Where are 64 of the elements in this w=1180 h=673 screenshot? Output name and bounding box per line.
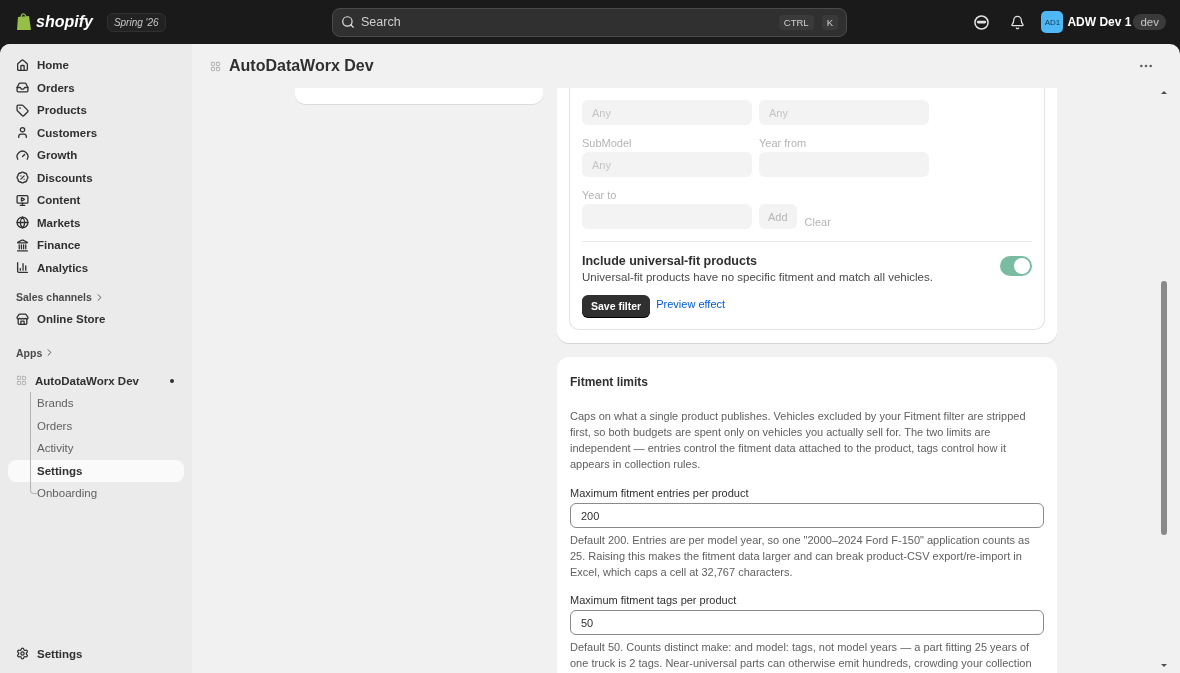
gauge-icon <box>16 148 29 162</box>
input-field[interactable]: 200 <box>570 503 1044 528</box>
sidebar-item[interactable]: Settings <box>8 642 184 665</box>
field-label: Maximum fitment entries per product <box>570 487 750 499</box>
bar-chart-icon <box>16 261 29 275</box>
sidebar-item[interactable]: Customers <box>8 121 184 144</box>
help-text: Default 50. Counts distinct make: and model: tags, not model years — a part fitting 25 years of one truck is 2 tags. Near-universal parts can otherwise emit hundreds, crowding your collection <box>570 640 1033 671</box>
sidebar-subitem[interactable]: Onboarding <box>8 482 184 505</box>
sidebar-item[interactable]: AutoDataWorx Dev <box>8 369 184 392</box>
page-title: AutoDataWorx Dev <box>229 57 374 75</box>
sidebar-item[interactable]: Analytics <box>8 256 184 279</box>
sidebar-item[interactable]: Home <box>8 54 184 77</box>
settings-icon <box>16 647 29 661</box>
setting-title: Include universal-fit products <box>582 254 759 268</box>
sidebar-item[interactable]: Growth <box>8 144 184 167</box>
home-icon <box>16 58 29 72</box>
store-icon <box>16 312 29 326</box>
round-face-icon <box>973 14 989 30</box>
bell-icon <box>1009 14 1025 30</box>
sidebar-item[interactable]: Products <box>8 99 184 122</box>
shortcut-key: K <box>821 14 838 30</box>
save-filter-button[interactable]: Save filter <box>582 295 651 317</box>
sidebar-item[interactable]: Discounts <box>8 166 184 189</box>
sidebar-item[interactable]: Markets <box>8 211 184 234</box>
app-icon <box>210 60 221 72</box>
tag-icon <box>16 103 29 117</box>
sidebar-item[interactable]: Online Store <box>8 308 184 331</box>
section-title[interactable]: Apps <box>16 346 43 359</box>
sidebar-subitem[interactable]: Activity <box>8 437 184 460</box>
toggle-switch[interactable] <box>1000 256 1032 276</box>
sidebar-subitem[interactable]: Brands <box>8 392 184 415</box>
field-label: Year to <box>582 189 618 201</box>
section-title[interactable]: Sales channels <box>16 291 92 303</box>
setting-description: Universal-fit products have no specific fitment and match all vehicles. <box>582 271 933 283</box>
sidebar-item[interactable]: Finance <box>8 234 184 257</box>
search-icon <box>341 15 355 29</box>
inbox-icon <box>16 81 29 95</box>
app-icon <box>16 375 27 387</box>
person-icon <box>16 126 29 140</box>
field-label: SubModel <box>582 137 633 149</box>
search-field[interactable]: Search CTRL K <box>332 7 847 37</box>
card-title: Fitment limits <box>570 375 649 389</box>
globe-icon <box>16 216 29 230</box>
edition-badge: Spring '26 <box>106 12 166 32</box>
shortcut-key: CTRL <box>778 14 814 30</box>
sidebar-subitem[interactable]: Orders <box>8 414 184 437</box>
help-text: Default 200. Entries are per model year, so one "2000–2024 Ford F-150" application counts as 25. Raising this makes the fitment data larger and can break product-CSV export/re-import in Excel, which caps a cell at 32,767 characters. <box>570 533 1031 580</box>
input-field[interactable]: 50 <box>570 610 1044 635</box>
shopping-bag-icon <box>16 13 32 31</box>
sidebar-subitem[interactable]: Settings <box>8 459 184 482</box>
sidebar-item[interactable]: Content <box>8 189 184 212</box>
bank-icon <box>16 238 29 252</box>
percent-badge-icon <box>16 171 29 185</box>
dot-icon <box>170 378 174 383</box>
store-badge: dev <box>1133 14 1166 30</box>
user-name[interactable]: ADW Dev 1 <box>1067 15 1132 29</box>
field-label: Maximum fitment tags per product <box>570 594 738 606</box>
avatar[interactable]: AD1 <box>1041 11 1064 33</box>
sidebar-item[interactable]: Orders <box>8 76 184 99</box>
field-label: Year from <box>759 137 808 149</box>
monitor-icon <box>16 193 29 207</box>
card-description: Caps on what a single product publishes. Vehicles excluded by your Fitment filter are stripped first, so both budgets are spent only on vehicles you actually sell for. The two limits are independent — entries control the fitment data attached to the product, tags control how it appears in collection rules. <box>570 409 1027 472</box>
preview-link[interactable]: Preview effect <box>656 298 726 310</box>
shopify-logo[interactable]: shopify <box>36 13 93 31</box>
